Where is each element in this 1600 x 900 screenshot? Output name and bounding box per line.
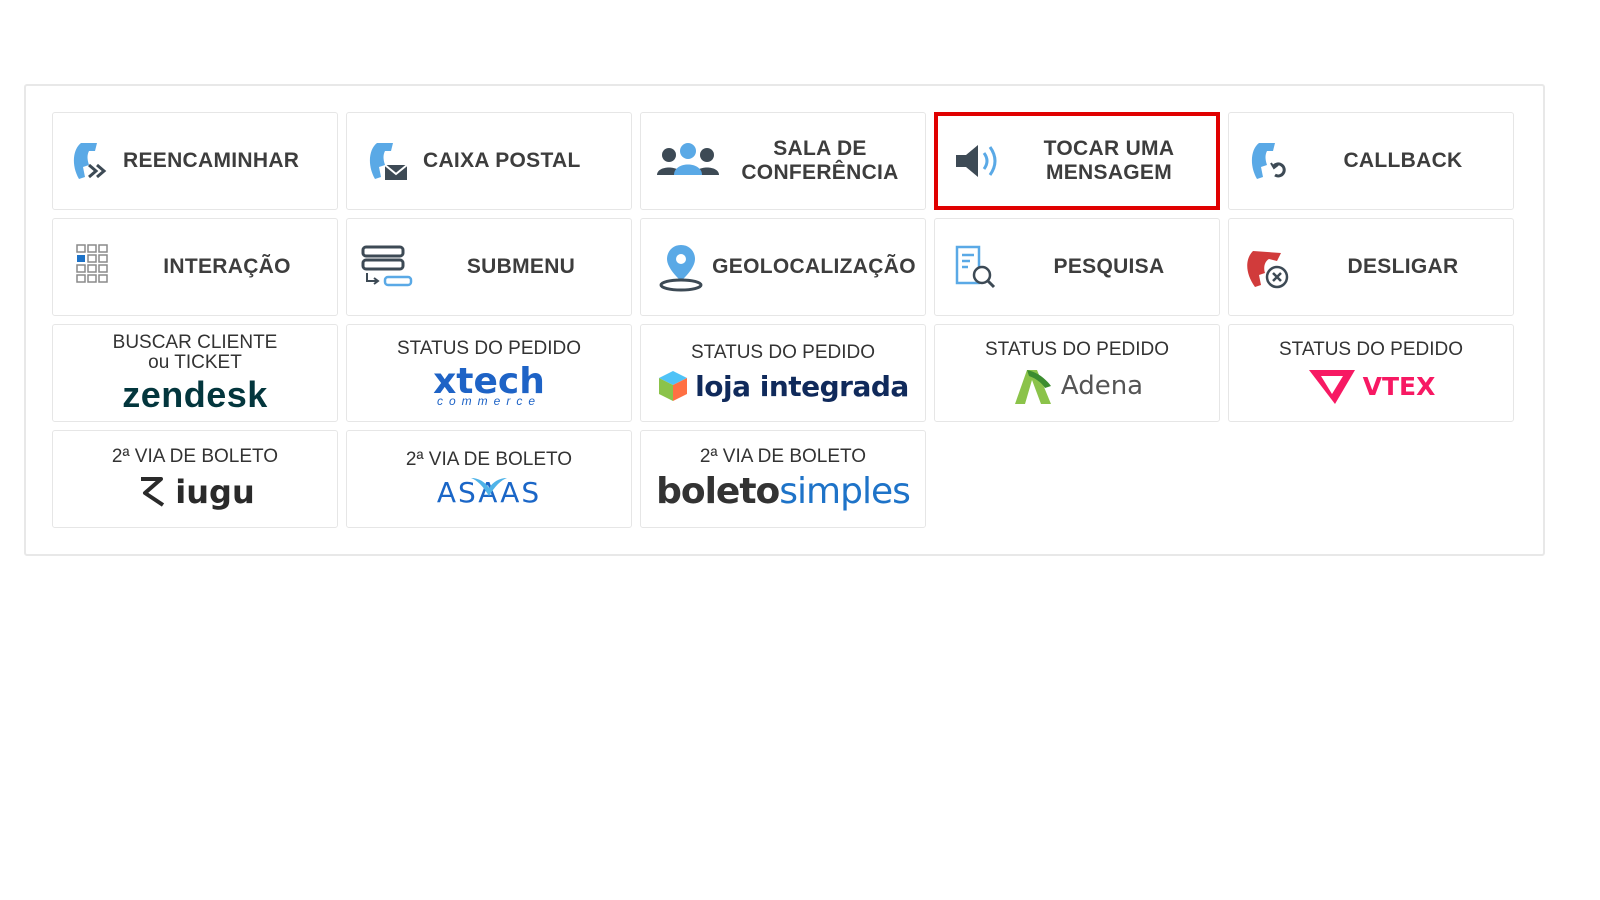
tile-iugu[interactable]: 2ª VIA DE BOLETO iugu [52, 430, 338, 528]
empty-slot [934, 430, 1220, 528]
tile-label: CAIXA POSTAL [423, 149, 581, 172]
tile-vtex[interactable]: STATUS DO PEDIDO VTEX [1228, 324, 1514, 422]
logo-text: Adena [1060, 371, 1144, 401]
zendesk-logo: zendesk [122, 377, 268, 413]
group-icon [653, 133, 723, 189]
tile-tocar-mensagem[interactable]: TOCAR UMA MENSAGEM [934, 112, 1220, 210]
logo-text: loja integrada [695, 369, 909, 403]
adena-mark-icon [1014, 370, 1051, 404]
iugu-mark-icon [141, 477, 165, 507]
phone-mail-icon [359, 133, 415, 189]
tile-submenu[interactable]: SUBMENU [346, 218, 632, 316]
tile-top-label: 2ª VIA DE BOLETO [405, 448, 573, 470]
tile-label: CALLBACK [1343, 149, 1463, 172]
tile-adena[interactable]: STATUS DO PEDIDO Adena [934, 324, 1220, 422]
tile-xtech[interactable]: STATUS DO PEDIDO xtech commerce [346, 324, 632, 422]
tile-top-label: STATUS DO PEDIDO [396, 338, 582, 359]
logo-text-simples: simples [779, 470, 911, 512]
tile-top-label: STATUS DO PEDIDO [984, 339, 1170, 360]
tile-top-label: STATUS DO PEDIDO [690, 342, 876, 363]
tile-desligar[interactable]: DESLIGAR [1228, 218, 1514, 316]
tile-caixa-postal[interactable]: CAIXA POSTAL [346, 112, 632, 210]
adena-logo: Adena [1011, 366, 1143, 406]
wings-icon [471, 477, 507, 496]
empty-slot [1228, 430, 1514, 528]
phone-forward-icon [65, 133, 121, 189]
logo-text: iugu [175, 473, 255, 511]
tile-asaas[interactable]: 2ª VIA DE BOLETO ASAAS [346, 430, 632, 528]
loja-integrada-logo: loja integrada [657, 369, 909, 403]
tile-zendesk[interactable]: BUSCAR CLIENTE ou TICKET zendesk [52, 324, 338, 422]
vtex-mark-icon [1308, 370, 1355, 404]
tile-top-label: 2ª VIA DE BOLETO [111, 446, 279, 467]
asaas-logo: ASAAS [437, 476, 541, 509]
tile-pesquisa[interactable]: PESQUISA [934, 218, 1220, 316]
submenu-icon [359, 239, 415, 295]
tile-label: SUBMENU [466, 255, 576, 278]
map-pin-icon [653, 239, 709, 295]
tile-loja-integrada[interactable]: STATUS DO PEDIDO loja integrada [640, 324, 926, 422]
tile-boleto-simples[interactable]: 2ª VIA DE BOLETO boleto simples [640, 430, 926, 528]
actions-panel: REENCAMINHAR CAIXA POSTAL SALA DE CONFER… [24, 84, 1545, 556]
boleto-simples-logo: boleto simples [656, 470, 911, 512]
tile-label: INTERAÇÃO [163, 255, 291, 278]
cube-icon [659, 371, 688, 401]
hangup-icon [1241, 239, 1297, 295]
logo-text-boleto: boleto [656, 470, 780, 512]
logo-text: zendesk [122, 374, 268, 415]
keypad-icon [65, 239, 121, 295]
iugu-logo: iugu [135, 473, 255, 511]
speaker-icon [948, 133, 1004, 189]
tile-label: TOCAR UMA MENSAGEM [1043, 137, 1175, 184]
tile-top-label: BUSCAR CLIENTE ou TICKET [112, 332, 278, 373]
tile-label: DESLIGAR [1347, 255, 1459, 278]
tile-label: GEOLOCALIZAÇÃO [712, 255, 916, 278]
logo-subtext: commerce [436, 394, 541, 408]
tile-label: SALA DE CONFERÊNCIA [741, 137, 899, 184]
document-search-icon [947, 239, 1003, 295]
actions-grid: REENCAMINHAR CAIXA POSTAL SALA DE CONFER… [52, 112, 1514, 528]
tile-label: PESQUISA [1053, 255, 1165, 278]
logo-text: VTEX [1362, 371, 1436, 401]
vtex-logo: VTEX [1307, 366, 1436, 406]
tile-callback[interactable]: CALLBACK [1228, 112, 1514, 210]
tile-top-label: STATUS DO PEDIDO [1278, 339, 1464, 360]
tile-label: REENCAMINHAR [123, 149, 300, 172]
tile-top-label: 2ª VIA DE BOLETO [699, 445, 867, 467]
xtech-logo: xtech commerce [433, 364, 545, 408]
phone-refresh-icon [1241, 133, 1297, 189]
tile-geolocalizacao[interactable]: GEOLOCALIZAÇÃO [640, 218, 926, 316]
tile-interacao[interactable]: INTERAÇÃO [52, 218, 338, 316]
tile-reencaminhar[interactable]: REENCAMINHAR [52, 112, 338, 210]
tile-sala-conferencia[interactable]: SALA DE CONFERÊNCIA [640, 112, 926, 210]
